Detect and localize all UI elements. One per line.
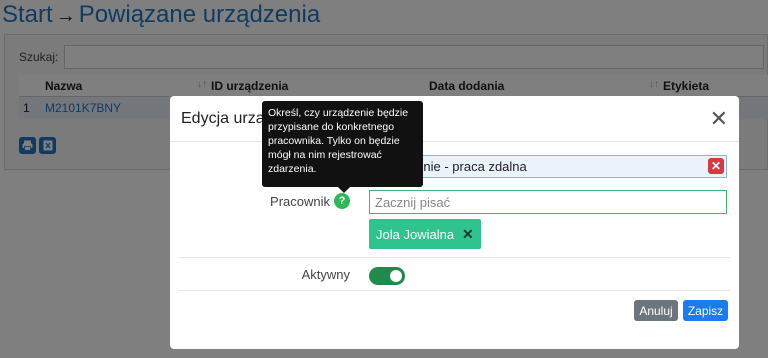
employee-label: Pracownik (270, 193, 330, 209)
edit-device-modal: Edycja urządzenia ✕ Urządzenie - praca z… (170, 96, 739, 349)
close-icon[interactable]: ✕ (710, 107, 728, 130)
clear-selection-icon[interactable]: ✕ (708, 158, 724, 174)
toggle-knob (390, 270, 402, 282)
cancel-button[interactable]: Anuluj (634, 300, 678, 321)
divider (179, 257, 730, 258)
employee-chip: Jola Jowialna ✕ (369, 219, 481, 249)
divider (179, 290, 730, 291)
employee-label-group: Pracownik ? (270, 193, 350, 209)
active-label-group: Aktywny (302, 267, 350, 282)
help-icon[interactable]: ? (334, 193, 350, 209)
active-toggle[interactable] (369, 267, 405, 285)
remove-employee-icon[interactable]: ✕ (462, 226, 474, 243)
employee-chip-label: Jola Jowialna (376, 226, 455, 242)
save-button[interactable]: Zapisz (683, 300, 728, 321)
active-label: Aktywny (301, 267, 350, 282)
employee-help-tooltip: Określ, czy urządzenie będzie przypisane… (262, 101, 423, 187)
tooltip-arrow (338, 187, 350, 193)
modal-header: Edycja urządzenia ✕ (170, 96, 739, 142)
employee-search-input[interactable] (369, 190, 727, 214)
